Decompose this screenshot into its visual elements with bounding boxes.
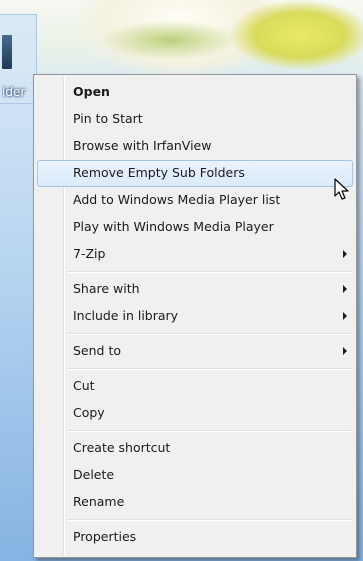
menu-item-label: Cut xyxy=(73,378,95,393)
menu-item-copy[interactable]: Copy xyxy=(37,400,353,427)
menu-item-label: Open xyxy=(73,84,110,99)
menu-item-cut[interactable]: Cut xyxy=(37,373,353,400)
menu-separator xyxy=(36,516,354,524)
menu-item-label: Include in library xyxy=(73,308,179,323)
folder-icon xyxy=(2,35,12,69)
menu-item-properties[interactable]: Properties xyxy=(37,524,353,551)
menu-item-browse-with-irfanview[interactable]: Browse with IrfanView xyxy=(37,133,353,160)
menu-item-label: Add to Windows Media Player list xyxy=(73,192,281,207)
menu-separator xyxy=(36,268,354,276)
menu-separator xyxy=(36,365,354,373)
chevron-right-icon xyxy=(343,285,347,293)
mouse-pointer-icon xyxy=(334,178,349,200)
menu-item-pin-to-start[interactable]: Pin to Start xyxy=(37,106,353,133)
menu-item-open[interactable]: Open xyxy=(37,79,353,106)
menu-item-label: Send to xyxy=(73,343,122,358)
menu-item-label: Play with Windows Media Player xyxy=(73,219,274,234)
menu-item-label: Remove Empty Sub Folders xyxy=(73,165,245,180)
menu-item-label: Properties xyxy=(73,529,137,544)
menu-separator xyxy=(36,330,354,338)
chevron-right-icon xyxy=(343,312,347,320)
chevron-right-icon xyxy=(343,250,347,258)
menu-item-label: Browse with IrfanView xyxy=(73,138,212,153)
context-menu: Open Pin to Start Browse with IrfanView Rem… xyxy=(33,74,357,558)
menu-item-create-shortcut[interactable]: Create shortcut xyxy=(37,435,353,462)
menu-item-label: Copy xyxy=(73,405,105,420)
wallpaper-flower-yellow xyxy=(230,0,363,70)
menu-item-label: Delete xyxy=(73,467,115,482)
menu-item-label: Share with xyxy=(73,281,140,296)
chevron-right-icon xyxy=(343,347,347,355)
menu-item-label: Rename xyxy=(73,494,125,509)
menu-item-label: Pin to Start xyxy=(73,111,143,126)
menu-item-label: 7-Zip xyxy=(73,246,106,261)
menu-item-rename[interactable]: Rename xyxy=(37,489,353,516)
menu-item-share-with[interactable]: Share with xyxy=(37,276,353,303)
menu-item-play-with-windows-media-player[interactable]: Play with Windows Media Player xyxy=(37,214,353,241)
wallpaper-leaf xyxy=(100,20,240,60)
menu-item-include-in-library[interactable]: Include in library xyxy=(37,303,353,330)
menu-separator xyxy=(36,427,354,435)
menu-item-label: Create shortcut xyxy=(73,440,171,455)
context-menu-list: Open Pin to Start Browse with IrfanView Rem… xyxy=(36,79,354,551)
menu-item-7-zip[interactable]: 7-Zip xyxy=(37,241,353,268)
menu-item-delete[interactable]: Delete xyxy=(37,462,353,489)
menu-item-add-to-windows-media-player-list[interactable]: Add to Windows Media Player list xyxy=(37,187,353,214)
menu-item-send-to[interactable]: Send to xyxy=(37,338,353,365)
menu-item-remove-empty-sub-folders[interactable]: Remove Empty Sub Folders xyxy=(37,160,353,187)
